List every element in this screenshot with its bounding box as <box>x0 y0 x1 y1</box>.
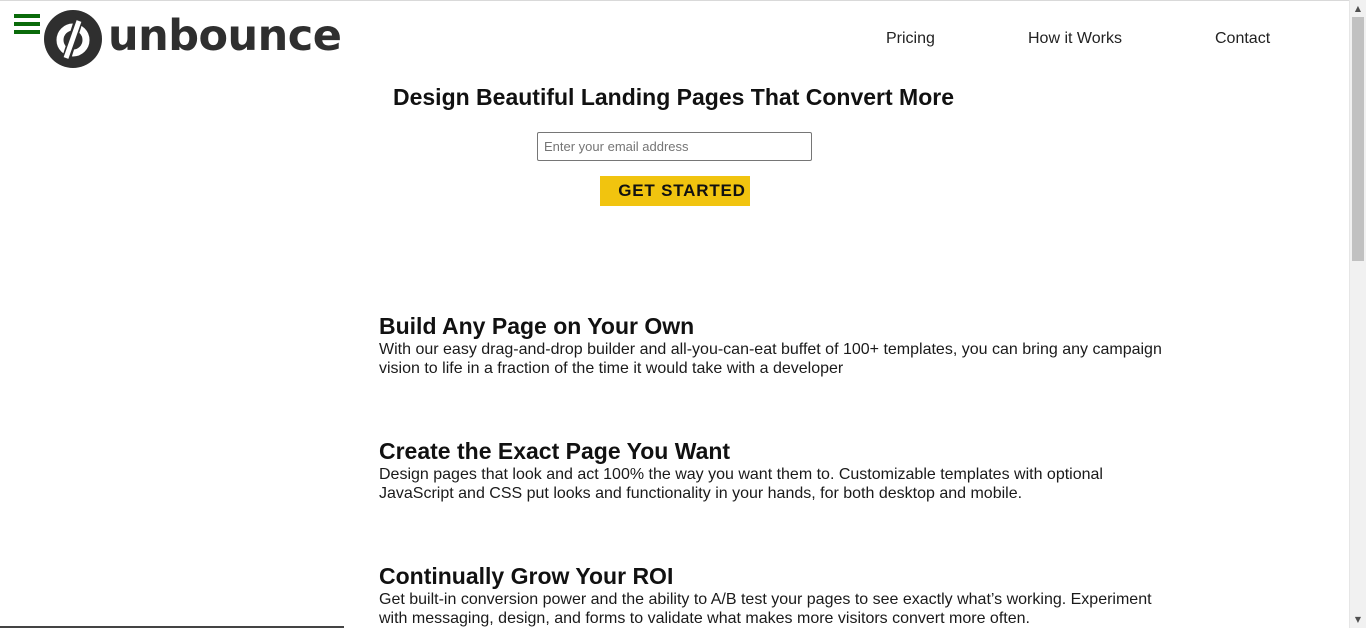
feature-block: Build Any Page on Your Own With our easy… <box>379 312 1179 378</box>
nav-link-how-it-works[interactable]: How it Works <box>1028 30 1122 48</box>
nav-link-contact[interactable]: Contact <box>1215 30 1270 48</box>
feature-text: With our easy drag-and-drop builder and … <box>379 341 1162 377</box>
menu-bar <box>14 22 40 26</box>
scrollbar-thumb[interactable] <box>1352 17 1364 261</box>
feature-title: Create the Exact Page You Want <box>379 438 731 464</box>
feature-title: Build Any Page on Your Own <box>379 313 695 339</box>
feature-text: Design pages that look and act 100% the … <box>379 466 1103 502</box>
nav-link-pricing[interactable]: Pricing <box>886 30 935 48</box>
landing-page: unbounce Pricing How it Works Contact De… <box>0 0 1349 628</box>
scroll-down-arrow-icon[interactable]: ▼ <box>1350 611 1366 628</box>
feature-block: Continually Grow Your ROI Get built-in c… <box>379 562 1179 628</box>
hero-title: Design Beautiful Landing Pages That Conv… <box>0 84 1349 111</box>
unbounce-logo-icon <box>44 10 102 68</box>
vertical-scrollbar[interactable]: ▲ ▼ <box>1349 0 1366 628</box>
feature-title: Continually Grow Your ROI <box>379 563 674 589</box>
hero-title-text: Design Beautiful Landing Pages That Conv… <box>392 84 954 110</box>
feature-text: Get built-in conversion power and the ab… <box>379 591 1152 627</box>
feature-block: Create the Exact Page You Want Design pa… <box>379 437 1179 503</box>
unbounce-logo[interactable]: unbounce <box>44 10 342 68</box>
email-input[interactable] <box>537 132 812 161</box>
menu-bar <box>14 14 40 18</box>
hamburger-menu-icon[interactable] <box>14 13 40 35</box>
menu-bar <box>14 30 40 34</box>
logo-text: unbounce <box>108 11 342 61</box>
scroll-up-arrow-icon[interactable]: ▲ <box>1350 0 1366 17</box>
get-started-button[interactable]: GET STARTED <box>600 176 750 206</box>
